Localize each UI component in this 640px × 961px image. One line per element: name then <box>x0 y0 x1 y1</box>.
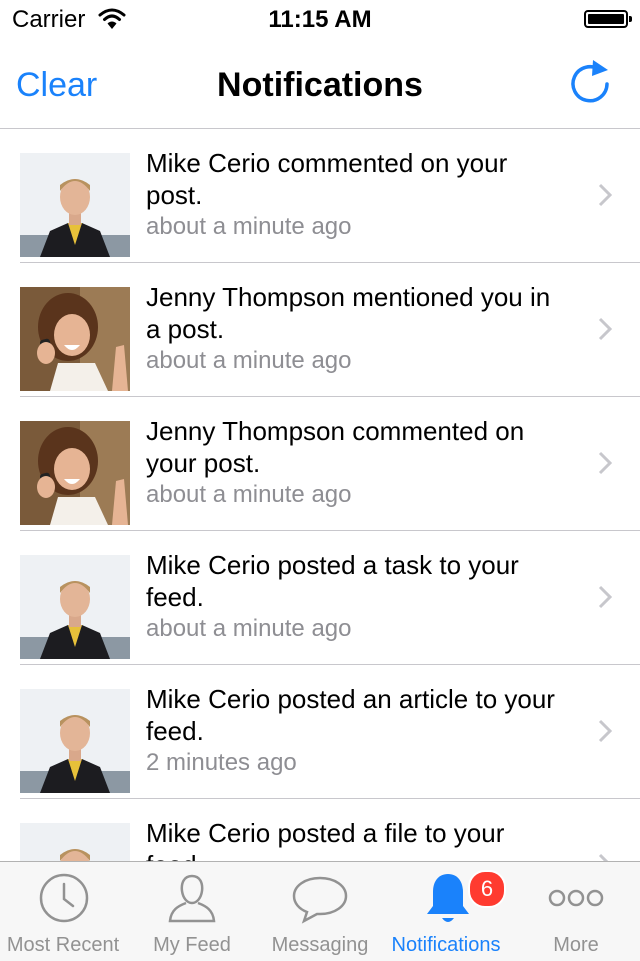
notification-row[interactable]: Mike Cerio posted an article to your fee… <box>0 665 640 799</box>
notification-row[interactable]: Mike Cerio posted a task to your feed. a… <box>0 531 640 665</box>
tab-label: Notifications <box>391 934 501 956</box>
chevron-right-icon <box>598 719 612 743</box>
notification-list[interactable]: Mike Cerio commented on your post. about… <box>0 129 640 861</box>
avatar <box>20 689 130 793</box>
tab-label: Messaging <box>271 934 369 956</box>
tab-messaging[interactable]: Messaging <box>256 862 384 961</box>
notification-message: Jenny Thompson commented on your post. <box>146 416 525 478</box>
status-bar: Carrier 11:15 AM <box>0 0 640 40</box>
notification-count-badge: 6 <box>468 870 506 908</box>
notification-time: about a minute ago <box>146 213 352 240</box>
avatar <box>20 555 130 659</box>
tab-label: More <box>553 934 599 956</box>
notification-message: Mike Cerio commented on your post. <box>146 148 508 210</box>
clock-icon <box>39 873 89 923</box>
battery-icon <box>584 10 632 28</box>
notification-time: 2 minutes ago <box>146 749 297 776</box>
notification-row[interactable]: Mike Cerio commented on your post. about… <box>0 129 640 263</box>
chevron-right-icon <box>598 585 612 609</box>
notification-row[interactable]: Jenny Thompson commented on your post. a… <box>0 397 640 531</box>
tab-label: My Feed <box>153 934 231 956</box>
bell-icon <box>427 874 469 922</box>
notification-message: Jenny Thompson mentioned you in a post. <box>146 282 551 344</box>
refresh-icon[interactable] <box>566 58 614 106</box>
tab-most-recent[interactable]: Most Recent <box>0 862 126 961</box>
more-dots-icon <box>548 889 604 907</box>
chevron-right-icon <box>598 853 609 861</box>
notification-time: about a minute ago <box>146 481 352 508</box>
person-icon <box>168 874 216 923</box>
avatar <box>20 421 130 525</box>
notification-message: Mike Cerio posted an article to your fee… <box>146 684 555 746</box>
status-time: 11:15 AM <box>268 6 372 33</box>
speech-bubble-icon <box>292 876 348 924</box>
avatar <box>20 823 130 861</box>
chevron-right-icon <box>598 183 612 207</box>
chevron-right-icon <box>598 451 612 475</box>
notification-time: about a minute ago <box>146 347 352 374</box>
tab-label: Most Recent <box>6 934 120 956</box>
chevron-right-icon <box>598 317 612 341</box>
notification-row[interactable]: Mike Cerio posted a file to your feed. <box>0 799 640 861</box>
tab-more[interactable]: More <box>512 862 640 961</box>
avatar <box>20 287 130 391</box>
navigation-bar: Clear Notifications <box>0 40 640 129</box>
tab-my-feed[interactable]: My Feed <box>128 862 256 961</box>
tab-bar: Most Recent My Feed Messaging Notificati… <box>0 861 640 961</box>
notification-row[interactable]: Jenny Thompson mentioned you in a post. … <box>0 263 640 397</box>
page-title: Notifications <box>217 66 423 104</box>
notification-message: Mike Cerio posted a task to your feed. <box>146 550 519 612</box>
notification-time: about a minute ago <box>146 615 352 642</box>
avatar <box>20 153 130 257</box>
notification-message: Mike Cerio posted a file to your feed. <box>146 818 505 861</box>
